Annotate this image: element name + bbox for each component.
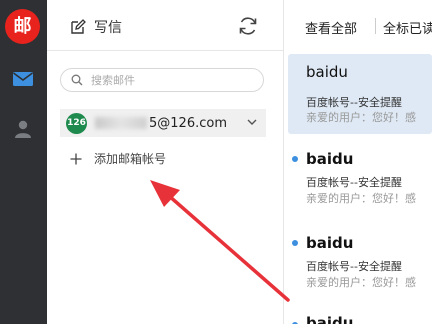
mail-icon[interactable]: [12, 70, 34, 88]
compose-button[interactable]: 写信: [70, 16, 122, 38]
unread-dot: [292, 156, 298, 162]
mail-subject: 百度帐号--安全提醒: [306, 96, 402, 109]
mail-provider-badge: 126: [66, 112, 87, 134]
mark-all-read-button[interactable]: 全标已读: [383, 18, 432, 37]
contacts-icon[interactable]: [12, 120, 34, 138]
compose-icon: [71, 19, 86, 34]
mail-item[interactable]: baidu 百度帐号--安全提醒 亲爱的用户：您好！感: [288, 228, 432, 308]
sidebar: 写信 126 5@126.com 添加邮箱帐号: [47, 0, 283, 324]
view-all-button[interactable]: 查看全部: [305, 18, 357, 37]
account-row[interactable]: 126 5@126.com: [60, 109, 266, 137]
mail-subject: 百度帐号--安全提醒: [306, 260, 402, 273]
mail-item[interactable]: baidu: [288, 310, 432, 324]
mail-item[interactable]: baidu 百度帐号--安全提醒 亲爱的用户：您好！感: [288, 144, 432, 224]
header-separator: [375, 18, 376, 34]
unread-dot: [292, 240, 298, 246]
search-icon: [71, 74, 83, 86]
sidebar-divider: [47, 50, 283, 51]
account-email-suffix: 5@126.com: [149, 115, 227, 131]
add-account-button[interactable]: 添加邮箱帐号: [70, 150, 166, 167]
mail-preview: 亲爱的用户：您好！感: [306, 276, 416, 289]
mail-sender: baidu: [306, 63, 348, 81]
mail-item-selected[interactable]: baidu 百度帐号--安全提醒 亲爱的用户：您好！感: [288, 54, 432, 134]
chevron-down-icon[interactable]: [246, 116, 258, 128]
search-box[interactable]: [60, 68, 264, 92]
mail-sender: baidu: [306, 314, 354, 324]
app-logo: 邮: [5, 9, 40, 44]
compose-label: 写信: [94, 20, 122, 36]
search-input[interactable]: [89, 72, 253, 88]
mail-preview: 亲爱的用户：您好！感: [306, 192, 416, 205]
mail-sender: baidu: [306, 234, 354, 252]
redacted-text: [95, 117, 147, 129]
account-email: 5@126.com: [95, 116, 227, 131]
mail-preview: 亲爱的用户：您好！感: [306, 111, 416, 124]
plus-icon: [70, 153, 82, 164]
app-rail: 邮: [0, 0, 47, 324]
mail-subject: 百度帐号--安全提醒: [306, 176, 402, 189]
mail-list-header: 查看全部 全标已读: [284, 0, 432, 50]
add-account-label: 添加邮箱帐号: [94, 152, 167, 166]
mail-list: 查看全部 全标已读 baidu 百度帐号--安全提醒 亲爱的用户：您好！感 ba…: [284, 0, 432, 324]
mail-sender: baidu: [306, 150, 354, 168]
refresh-icon[interactable]: [237, 15, 259, 37]
